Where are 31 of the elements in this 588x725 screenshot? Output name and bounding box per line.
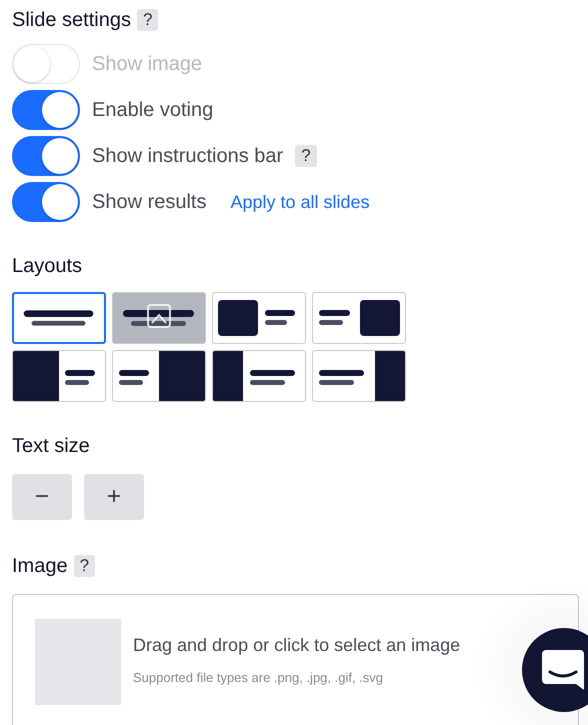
layout-option[interactable]: [212, 350, 306, 402]
chat-icon: [542, 648, 586, 692]
text-size-button[interactable]: −: [12, 474, 72, 520]
dropzone-hint: Supported file types are .png, .jpg, .gif, .svg: [133, 670, 384, 685]
section-title: Slide settings: [12, 8, 131, 32]
chat-button[interactable]: [522, 628, 588, 712]
toggle-label: Enable voting: [92, 98, 214, 122]
apply-link[interactable]: Apply to all slides: [230, 192, 370, 212]
section-title: Layouts: [12, 254, 82, 278]
image-dropzone[interactable]: Drag and drop or click to select an image Supported file types are .png, .jpg, .gif, .svg: [12, 594, 579, 725]
toggle-label: Show instructions bar: [92, 144, 284, 168]
help-button[interactable]: ?: [74, 555, 96, 577]
image-icon: [147, 304, 171, 328]
layout-option[interactable]: [12, 292, 106, 344]
dropzone-text: Drag and drop or click to select an image: [133, 635, 460, 656]
section-title: Image: [12, 554, 68, 578]
toggle-switch[interactable]: [12, 90, 80, 130]
text-size-button[interactable]: +: [84, 474, 144, 520]
section-title: Text size: [12, 434, 90, 458]
help-button[interactable]: ?: [295, 145, 317, 167]
layout-option[interactable]: [312, 292, 406, 344]
layout-preview-drawing: [24, 310, 94, 326]
layout-option[interactable]: [212, 292, 306, 344]
layout-option[interactable]: [12, 350, 106, 402]
layout-option[interactable]: [112, 292, 206, 344]
help-button[interactable]: ?: [136, 9, 158, 31]
toggle-label: Show results: [92, 190, 206, 214]
toggle-switch[interactable]: [12, 136, 80, 176]
toggle-switch[interactable]: [12, 182, 80, 222]
layout-preview-drawing: [123, 310, 194, 326]
toggle-label: Show image: [92, 52, 202, 76]
